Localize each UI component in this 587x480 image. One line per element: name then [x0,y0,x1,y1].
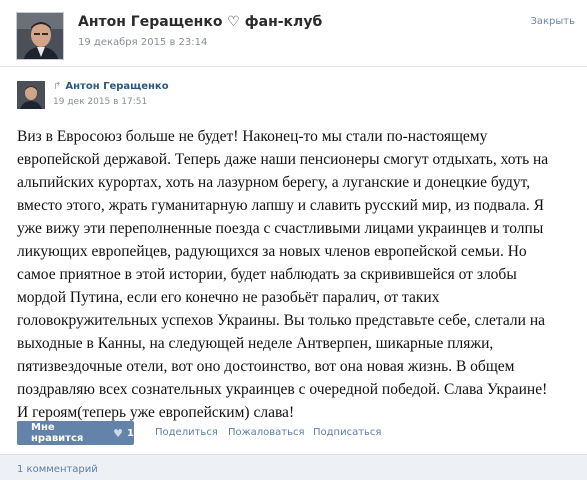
close-button[interactable]: Закрыть [530,16,575,27]
repost-avatar[interactable] [17,81,45,109]
repost-date[interactable]: 19 дек 2015 в 17:51 [53,97,147,107]
like-count: 1 [127,427,134,439]
share-button[interactable]: Поделиться [155,427,218,438]
heart-icon: ♥ [113,426,124,440]
repost-author[interactable]: ↱ Антон Геращенко [53,81,169,92]
post-line: поздравляю всех сознательных украинцев с… [17,381,548,398]
post-line: головокружительных успехов Украины. Вы т… [17,312,545,329]
post-text: Виз в Евросоюз больше не будет! Наконец-… [17,125,587,424]
avatar[interactable] [16,12,64,60]
post-line: мордой Путина, если его конечно не разоб… [17,289,440,306]
post-line: выходные в Канны, на следующей неделе Ан… [17,335,494,352]
popup-header: Антон Геращенко ♡ фан-клуб 19 декабря 20… [0,0,587,66]
post-line: самое приятное в этой истории, будет наб… [17,266,517,283]
comments-bar: 1 комментарий [0,454,587,480]
post-line: европейской державой. Теперь даже наши п… [17,151,549,168]
post-line: альпийских курортах, хоть на лазурном бе… [17,174,531,191]
post-line: вместо этого, жрать гуманитарную лапшу и… [17,197,544,214]
like-button[interactable]: Мне нравится ♥ 1 [17,421,134,445]
subscribe-button[interactable]: Подписаться [313,427,381,438]
page-title[interactable]: Антон Геращенко ♡ фан-клуб [78,14,322,30]
post-line: Виз в Евросоюз больше не будет! Наконец-… [17,128,488,145]
like-label: Мне нравится [31,422,84,444]
post-actions: Мне нравится ♥ 1 Поделиться Пожаловаться… [17,421,577,445]
post-date[interactable]: 19 декабря 2015 в 23:14 [78,37,207,48]
post-line: пятизвездочные отели, вот оно достоинств… [17,358,515,375]
post-line: ликующих европейцев, радующихся за новых… [17,243,527,260]
share-arrow-icon: ↱ [53,81,62,92]
complain-button[interactable]: Пожаловаться [228,427,305,438]
post-line: уже вижу эти переполненные поезда с счас… [17,220,544,237]
post-card: ↱ Антон Геращенко 19 дек 2015 в 17:51 Виз… [0,66,587,454]
comments-count-link[interactable]: 1 комментарий [17,464,98,475]
